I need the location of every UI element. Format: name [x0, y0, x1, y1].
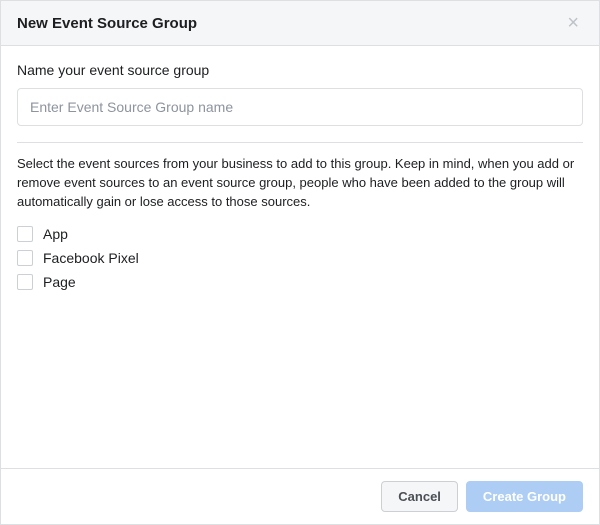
- close-icon[interactable]: ×: [563, 13, 583, 33]
- option-facebook-pixel[interactable]: Facebook Pixel: [17, 250, 583, 266]
- create-group-button[interactable]: Create Group: [466, 481, 583, 512]
- checkbox-app[interactable]: [17, 226, 33, 242]
- group-name-input[interactable]: [17, 88, 583, 126]
- event-source-options: App Facebook Pixel Page: [17, 226, 583, 290]
- modal-title: New Event Source Group: [17, 15, 197, 32]
- modal-header: New Event Source Group ×: [1, 1, 599, 46]
- source-selection-description: Select the event sources from your busin…: [17, 155, 583, 212]
- name-field-label: Name your event source group: [17, 62, 583, 78]
- option-label: App: [43, 226, 68, 242]
- new-event-source-group-modal: New Event Source Group × Name your event…: [0, 0, 600, 525]
- checkbox-facebook-pixel[interactable]: [17, 250, 33, 266]
- option-label: Facebook Pixel: [43, 250, 139, 266]
- modal-content: Name your event source group Select the …: [1, 46, 599, 468]
- modal-footer: Cancel Create Group: [1, 468, 599, 524]
- option-label: Page: [43, 274, 76, 290]
- checkbox-page[interactable]: [17, 274, 33, 290]
- option-page[interactable]: Page: [17, 274, 583, 290]
- cancel-button[interactable]: Cancel: [381, 481, 458, 512]
- section-divider: [17, 142, 583, 143]
- option-app[interactable]: App: [17, 226, 583, 242]
